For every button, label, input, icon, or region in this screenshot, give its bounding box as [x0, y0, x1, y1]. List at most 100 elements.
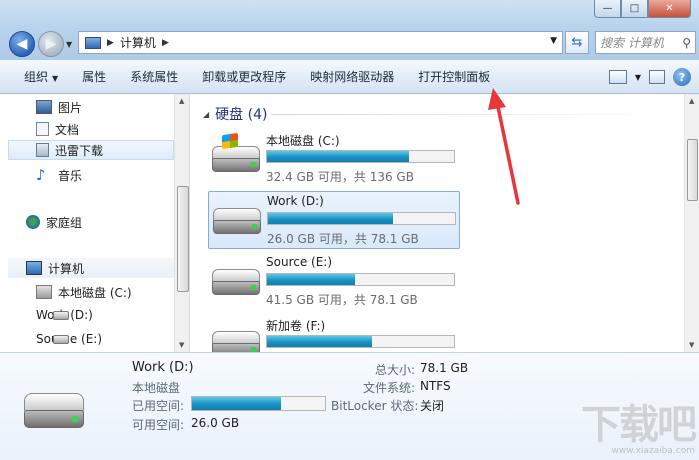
documents-icon: [36, 122, 49, 136]
address-bar[interactable]: ▶ 计算机 ▶ ▼: [78, 31, 563, 54]
collapse-triangle-icon[interactable]: ◢: [203, 110, 209, 119]
content-pane: ◢ 硬盘 (4) 本地磁盘 (C:) 32.4 GB 可用，共 136 GB W…: [191, 94, 684, 352]
nav-item-label: Source (E:): [36, 332, 103, 346]
content-scrollbar[interactable]: ▲ ▼: [684, 94, 699, 352]
organize-button[interactable]: 组织 ▼: [0, 68, 70, 85]
details-free-value: 26.0 GB: [191, 416, 240, 430]
details-title: Work (D:): [132, 360, 194, 375]
minimize-button[interactable]: —: [594, 0, 621, 18]
nav-item-label: 文档: [55, 122, 80, 137]
annotation-arrow: [488, 88, 520, 205]
preview-pane-icon[interactable]: [649, 70, 665, 84]
nav-item-drive-c[interactable]: 本地磁盘 (C:): [36, 282, 132, 302]
properties-button[interactable]: 属性: [70, 68, 118, 85]
drive-name: 本地磁盘 (C:): [266, 134, 340, 148]
search-input[interactable]: 搜索 计算机 ⚲: [595, 31, 696, 54]
nav-item-label: 音乐: [58, 168, 83, 183]
details-total-value: 78.1 GB: [420, 361, 469, 375]
details-fs-label: 文件系统:: [363, 381, 416, 395]
drive-icon: [213, 208, 263, 236]
nav-item-label: 迅雷下载: [55, 143, 104, 158]
map-network-drive-button[interactable]: 映射网络驱动器: [298, 68, 406, 85]
view-dropdown-icon[interactable]: ▼: [635, 73, 641, 82]
details-type: 本地磁盘: [132, 381, 181, 395]
hard-disk-group-header[interactable]: ◢ 硬盘 (4): [203, 104, 267, 124]
chevron-down-icon: ▼: [52, 74, 59, 83]
drive-icon: [212, 331, 262, 352]
drive-tile-c[interactable]: 本地磁盘 (C:) 32.4 GB 可用，共 136 GB: [208, 130, 460, 188]
nav-item-label: 本地磁盘 (C:): [58, 285, 132, 300]
drive-tile-f[interactable]: 新加卷 (F:): [208, 315, 460, 352]
organize-label: 组织: [24, 70, 49, 84]
details-free-label: 可用空间:: [132, 418, 185, 432]
nav-item-documents[interactable]: 文档: [36, 119, 79, 139]
drive-free-text: 32.4 GB 可用，共 136 GB: [266, 170, 414, 184]
nav-item-drive-d[interactable]: Work (D:): [36, 305, 93, 325]
drive-tile-d[interactable]: Work (D:) 26.0 GB 可用，共 78.1 GB: [208, 191, 460, 249]
maximize-button[interactable]: □: [621, 0, 648, 18]
drive-icon: [24, 393, 86, 431]
details-fs-value: NTFS: [420, 379, 451, 393]
nav-item-computer[interactable]: 计算机: [8, 258, 174, 278]
forward-button[interactable]: ▶: [38, 31, 64, 57]
details-pane: Work (D:) 本地磁盘 已用空间: BitLocker 状态: 关闭 可用…: [0, 352, 699, 460]
drive-name: Work (D:): [267, 194, 324, 208]
computer-icon: [26, 261, 42, 275]
bitlocker-value: 关闭: [420, 399, 445, 413]
back-button[interactable]: ◀: [9, 31, 35, 57]
help-icon[interactable]: ?: [673, 68, 691, 86]
drive-icon: [53, 334, 69, 344]
command-bar: 组织 ▼ 属性 系统属性 卸载或更改程序 映射网络驱动器 打开控制面板 ▼ ?: [0, 60, 699, 94]
nav-item-music[interactable]: ♪ 音乐: [36, 165, 82, 185]
navigation-pane: 图片 文档 迅雷下载 ♪ 音乐 家庭组 计算机 本地磁盘 (C:) Work (…: [0, 94, 190, 352]
drive-usage-bar: [266, 150, 455, 163]
drive-name: 新加卷 (F:): [266, 319, 326, 333]
bitlocker-label: BitLocker 状态:: [331, 399, 419, 413]
computer-icon: [85, 36, 101, 49]
window-controls: — □ ✕: [594, 0, 691, 18]
drive-tile-e[interactable]: Source (E:) 41.5 GB 可用，共 78.1 GB: [208, 253, 460, 311]
content-scroll-thumb[interactable]: [687, 139, 698, 201]
nav-item-pictures[interactable]: 图片: [36, 97, 82, 117]
drive-name: Source (E:): [266, 255, 333, 269]
nav-item-label: 家庭组: [46, 215, 83, 230]
nav-scrollbar[interactable]: ▲ ▼: [174, 94, 189, 352]
search-icon[interactable]: ⚲: [682, 36, 691, 50]
nav-item-drive-e[interactable]: Source (E:): [36, 329, 102, 349]
details-total-label: 总大小:: [375, 363, 416, 377]
view-controls: ▼ ?: [608, 60, 699, 94]
nav-scroll-thumb[interactable]: [177, 186, 189, 292]
title-bar: — □ ✕ ◀ ▶ ▼ ▶ 计算机 ▶ ▼ ⇆ 搜索 计算机 ⚲: [0, 0, 699, 60]
breadcrumb-computer[interactable]: 计算机: [120, 34, 156, 51]
uninstall-program-button[interactable]: 卸载或更改程序: [190, 68, 298, 85]
refresh-button[interactable]: ⇆: [565, 31, 589, 54]
breadcrumb-arrow-icon[interactable]: ▶: [107, 38, 114, 48]
open-control-panel-button[interactable]: 打开控制面板: [406, 68, 502, 85]
close-button[interactable]: ✕: [648, 0, 691, 18]
recent-pages-dropdown[interactable]: ▼: [66, 40, 72, 49]
music-icon: ♪: [36, 166, 46, 184]
watermark-url: www.xiazaiba.com: [611, 446, 695, 456]
scroll-up-icon[interactable]: ▲: [689, 97, 694, 105]
nav-item-label: 计算机: [48, 261, 85, 276]
drive-usage-bar: [267, 212, 456, 225]
drive-usage-bar: [266, 335, 455, 348]
address-dropdown-icon[interactable]: ▼: [550, 36, 557, 46]
change-view-icon[interactable]: [608, 70, 627, 84]
drive-usage-bar: [266, 273, 455, 286]
search-placeholder: 搜索 计算机: [600, 36, 664, 50]
scroll-down-icon[interactable]: ▼: [689, 341, 694, 349]
downloads-icon: [36, 143, 49, 157]
nav-item-xunlei-downloads[interactable]: 迅雷下载: [8, 140, 174, 160]
system-properties-button[interactable]: 系统属性: [118, 68, 190, 85]
scroll-up-icon[interactable]: ▲: [179, 97, 184, 105]
nav-item-homegroup[interactable]: 家庭组: [26, 212, 82, 232]
system-drive-icon: [36, 285, 52, 299]
scroll-down-icon[interactable]: ▼: [179, 341, 184, 349]
drive-icon: [212, 269, 262, 297]
group-title: 硬盘 (4): [215, 107, 268, 123]
group-divider: [271, 114, 671, 115]
system-drive-icon: [212, 132, 262, 174]
breadcrumb-arrow-icon[interactable]: ▶: [162, 38, 169, 48]
drive-icon: [53, 310, 69, 320]
